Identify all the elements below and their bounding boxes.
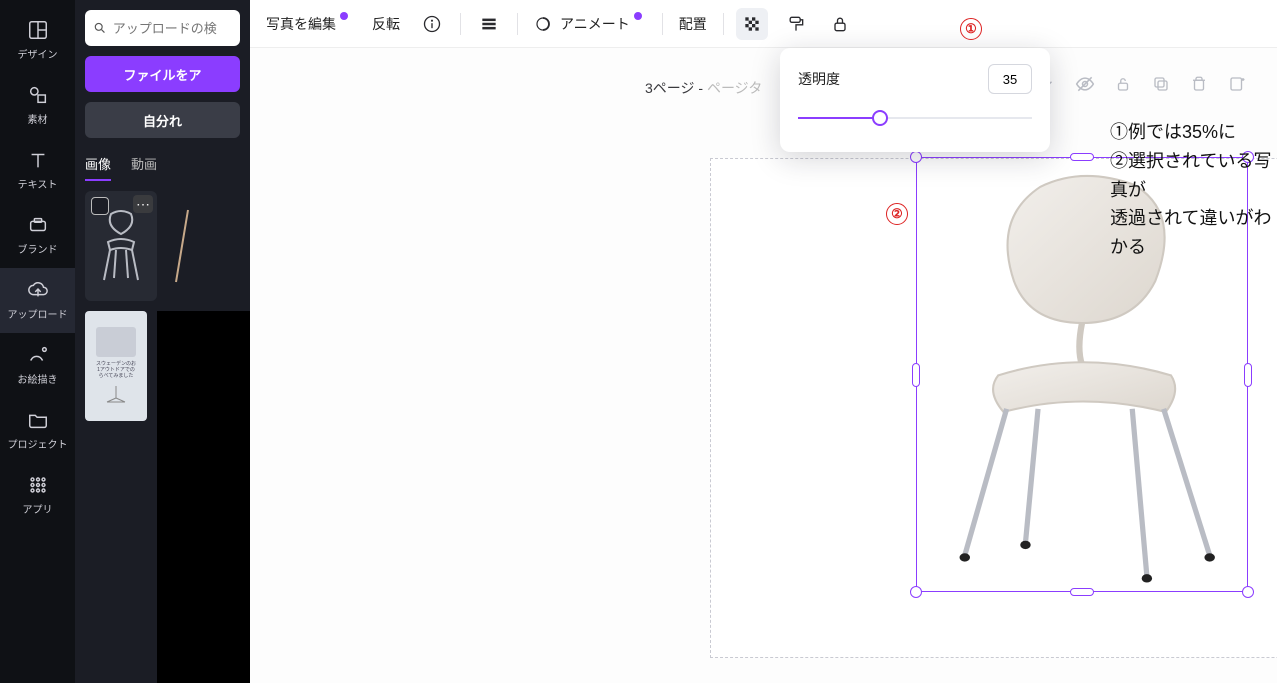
upload-thumb-stick[interactable] (167, 191, 197, 301)
search-field[interactable] (113, 21, 232, 36)
trash-icon (1190, 75, 1208, 93)
search-icon (93, 20, 107, 36)
page-title[interactable]: 3ページ - ページタ (645, 78, 762, 98)
resize-handle[interactable] (910, 586, 922, 598)
lock-button[interactable] (824, 8, 856, 40)
annotation-marker-1: ① (960, 18, 982, 40)
transparency-label: 透明度 (798, 69, 840, 89)
thumb-menu[interactable]: ⋯ (133, 195, 153, 213)
cloud-upload-icon (0, 278, 75, 302)
add-page-icon (1228, 75, 1246, 93)
eye-off-icon (1075, 74, 1095, 94)
upload-tabs: 画像 動画 (85, 154, 240, 181)
rail-projects[interactable]: プロジェクト (0, 398, 75, 463)
animate-button[interactable]: アニメート (530, 14, 650, 34)
flip-button[interactable]: 反転 (368, 14, 404, 34)
page-add-button[interactable] (1227, 74, 1247, 94)
resize-handle[interactable] (910, 151, 922, 163)
transparency-value-input[interactable]: 35 (988, 64, 1032, 94)
search-input[interactable] (85, 10, 240, 46)
lock-icon (830, 14, 850, 34)
transparency-slider[interactable] (798, 108, 1032, 128)
tab-video[interactable]: 動画 (131, 154, 157, 181)
page-lock-button[interactable] (1113, 74, 1133, 94)
tab-image[interactable]: 画像 (85, 154, 111, 181)
page-delete-button[interactable] (1189, 74, 1209, 94)
left-rail: デザイン 素材 テキスト ブランド アップロード お絵描き プロジェクト アプリ (0, 0, 75, 683)
resize-handle[interactable] (1070, 153, 1094, 161)
rail-text[interactable]: テキスト (0, 138, 75, 203)
copy-icon (1152, 75, 1170, 93)
indicator-dot-icon (634, 12, 642, 20)
chair-icon (96, 206, 146, 286)
list-icon (479, 14, 499, 34)
annotation-text: ①例では35%に ②選択されている写真が 透過されて違いがわかる (1110, 118, 1277, 262)
info-button[interactable] (416, 8, 448, 40)
shapes-icon (0, 83, 75, 107)
upload-files-button[interactable]: ファイルをア (85, 56, 240, 92)
rail-apps[interactable]: アプリ (0, 463, 75, 528)
uploads-panel: ファイルをア 自分れ 画像 動画 ⋯ スウェーデンのお1アウトドアでのらべてみま… (75, 0, 250, 683)
resize-handle[interactable] (912, 363, 920, 387)
panel-dark-area (157, 311, 250, 683)
folder-icon (0, 408, 75, 432)
transparency-button[interactable] (736, 8, 768, 40)
draw-icon (0, 343, 75, 367)
resize-handle[interactable] (1244, 363, 1252, 387)
indicator-dot-icon (340, 12, 348, 20)
style-button[interactable] (780, 8, 812, 40)
rail-brand[interactable]: ブランド (0, 203, 75, 268)
apps-icon (0, 473, 75, 497)
list-button[interactable] (473, 8, 505, 40)
info-icon (422, 14, 442, 34)
transparency-icon (742, 14, 762, 34)
record-button[interactable]: 自分れ (85, 102, 240, 138)
text-icon (0, 148, 75, 172)
rail-design[interactable]: デザイン (0, 8, 75, 73)
main-area: 写真を編集 反転 アニメート 配置 透明度 35 ① 3ページ - ページタ (250, 0, 1277, 683)
animate-icon (534, 15, 552, 33)
resize-handle[interactable] (1242, 586, 1254, 598)
brand-icon (0, 213, 75, 237)
edit-photo-button[interactable]: 写真を編集 (262, 14, 356, 34)
thumb-checkbox[interactable] (91, 197, 109, 215)
transparency-popover: 透明度 35 (780, 48, 1050, 152)
layout-icon (0, 18, 75, 42)
upload-thumb-chair[interactable]: ⋯ (85, 191, 157, 301)
canvas[interactable]: 3ページ - ページタ ② ①例では35%に ②選択されている写真が 透過されて… (250, 48, 1277, 683)
top-toolbar: 写真を編集 反転 アニメート 配置 (250, 0, 1277, 48)
annotation-marker-2: ② (886, 203, 908, 225)
rail-elements[interactable]: 素材 (0, 73, 75, 138)
paint-roller-icon (786, 14, 806, 34)
rail-upload[interactable]: アップロード (0, 268, 75, 333)
upload-thumb-doc[interactable]: スウェーデンのお1アウトドアでのらべてみました (85, 311, 147, 421)
more-icon: ⋯ (136, 197, 150, 211)
lock-open-icon (1114, 75, 1132, 93)
rail-draw[interactable]: お絵描き (0, 333, 75, 398)
resize-handle[interactable] (1070, 588, 1094, 596)
page-hide-button[interactable] (1075, 74, 1095, 94)
position-button[interactable]: 配置 (675, 14, 711, 34)
page-duplicate-button[interactable] (1151, 74, 1171, 94)
